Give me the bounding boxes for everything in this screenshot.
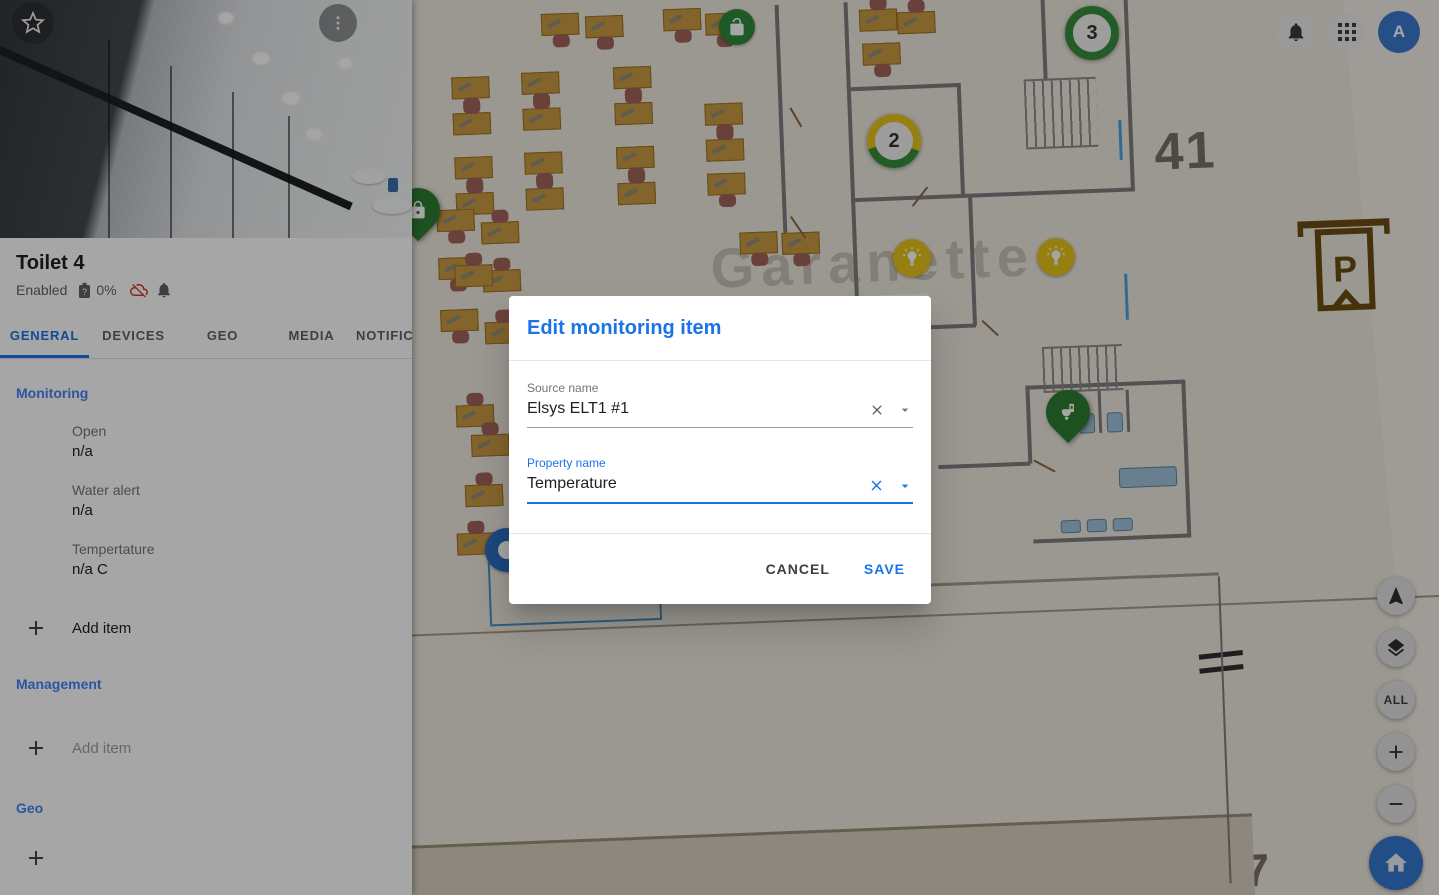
clear-icon[interactable] <box>868 477 885 494</box>
dialog-title: Edit monitoring item <box>509 296 931 361</box>
field-label: Property name <box>527 456 913 470</box>
app-window: Garanette 41 27 P 3 2 <box>0 0 1439 895</box>
property-name-field[interactable]: Property name Temperature <box>527 456 913 504</box>
edit-monitoring-dialog: Edit monitoring item Source name Elsys E… <box>509 296 931 604</box>
save-button[interactable]: SAVE <box>854 551 915 587</box>
dropdown-caret-icon[interactable] <box>897 402 913 418</box>
dialog-footer: CANCEL SAVE <box>509 533 931 604</box>
clear-icon[interactable] <box>869 402 885 418</box>
dropdown-caret-icon[interactable] <box>897 478 913 494</box>
field-label: Source name <box>527 381 913 395</box>
cancel-button[interactable]: CANCEL <box>756 551 840 587</box>
property-name-value[interactable]: Temperature <box>527 470 913 504</box>
source-name-value[interactable]: Elsys ELT1 #1 <box>527 395 913 428</box>
source-name-field[interactable]: Source name Elsys ELT1 #1 <box>527 381 913 428</box>
